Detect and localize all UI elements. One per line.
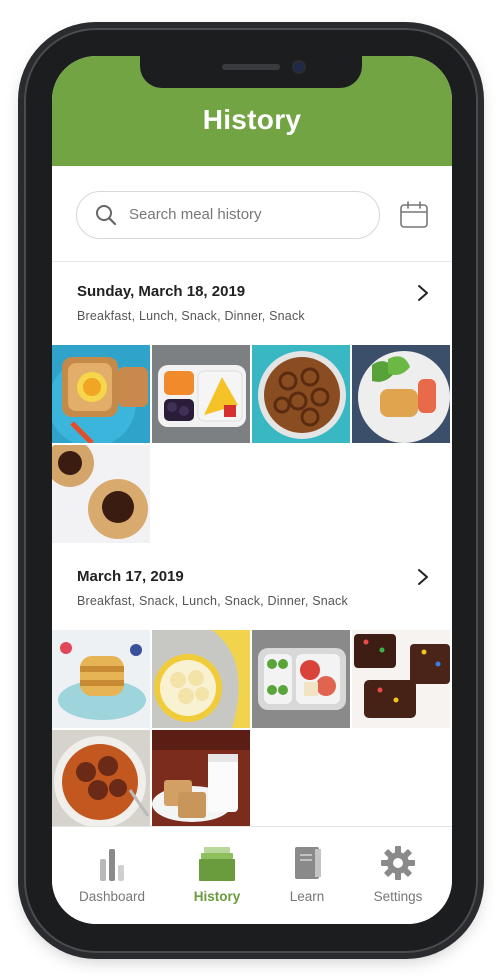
book-icon — [295, 847, 321, 879]
divider — [52, 261, 452, 262]
lunch-box-photo[interactable] — [152, 345, 250, 443]
tab-label: Dashboard — [78, 889, 146, 904]
chevron-right-icon — [418, 569, 428, 585]
app-screen: History Search meal history Sunday, Marc… — [52, 56, 452, 924]
mute-switch — [18, 156, 23, 192]
bar-chart-icon — [100, 849, 124, 881]
day-meals: Breakfast, Lunch, Snack, Dinner, Snack — [77, 309, 305, 323]
tab-dashboard[interactable]: Dashboard — [62, 827, 162, 924]
volume-down-button — [18, 304, 23, 370]
tab-label: History — [193, 889, 241, 904]
pretzels-photo[interactable] — [252, 345, 350, 443]
milk-crackers-photo[interactable] — [152, 730, 250, 828]
tab-learn[interactable]: Learn — [257, 827, 357, 924]
banana-photo[interactable] — [152, 630, 250, 728]
day-date: March 17, 2019 — [77, 568, 184, 585]
power-button — [478, 240, 483, 340]
chevron-right-icon — [418, 285, 428, 301]
tab-label: Settings — [373, 889, 423, 904]
day-meals: Breakfast, Snack, Lunch, Snack, Dinner, … — [77, 594, 348, 608]
day-date: Sunday, March 18, 2019 — [77, 283, 246, 300]
tab-bar: Dashboard History Learn Settings — [52, 826, 452, 924]
volume-up-button — [18, 220, 23, 286]
search-icon — [96, 205, 117, 226]
tab-label: Learn — [289, 889, 325, 904]
pancakes-photo[interactable] — [52, 630, 150, 728]
search-input[interactable]: Search meal history — [76, 191, 380, 239]
brownies-photo[interactable] — [352, 630, 450, 728]
search-placeholder: Search meal history — [129, 206, 262, 223]
calendar-icon[interactable] — [399, 200, 429, 230]
tab-history[interactable]: History — [167, 827, 267, 924]
section-gap — [52, 545, 452, 546]
stack-icon — [199, 847, 235, 881]
spaghetti-meatballs-photo[interactable] — [52, 730, 150, 828]
salmon-salad-photo[interactable] — [352, 345, 450, 443]
page-title: History — [202, 104, 302, 135]
notch — [140, 56, 362, 88]
tab-settings[interactable]: Settings — [348, 827, 448, 924]
gear-icon — [381, 846, 415, 880]
speaker — [222, 64, 280, 70]
front-camera — [294, 62, 304, 72]
egg-toast-photo[interactable] — [52, 345, 150, 443]
bento-box-photo[interactable] — [252, 630, 350, 728]
chocolate-cookies-photo[interactable] — [52, 445, 150, 543]
